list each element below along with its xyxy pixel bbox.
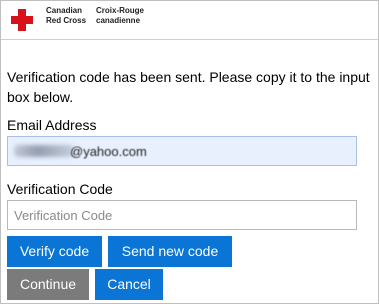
email-field[interactable]: @yahoo.com — [7, 136, 357, 166]
continue-button[interactable]: Continue — [7, 269, 89, 300]
page-header: Canadian Red Cross Croix-Rouge canadienn… — [1, 1, 378, 40]
send-new-code-button[interactable]: Send new code — [108, 236, 232, 267]
verify-code-button[interactable]: Verify code — [7, 236, 102, 267]
logo-line2-fr: canadienne — [96, 16, 141, 25]
cancel-button[interactable]: Cancel — [95, 269, 163, 300]
redacted-email-username — [14, 145, 74, 157]
verification-sent-message: Verification code has been sent. Please … — [7, 69, 370, 105]
verification-dialog: Canadian Red Cross Croix-Rouge canadienn… — [0, 0, 379, 304]
verification-code-input[interactable] — [7, 200, 357, 230]
email-label: Email Address — [7, 117, 97, 133]
logo-line1-fr: Croix-Rouge — [96, 6, 144, 15]
email-value: @yahoo.com — [70, 144, 147, 159]
verification-code-label: Verification Code — [7, 181, 113, 197]
logo-line1-en: Canadian — [46, 6, 83, 15]
red-cross-logo-icon — [11, 9, 33, 31]
logo-text-english: Canadian Red Cross — [46, 6, 86, 26]
logo-text-french: Croix-Rouge canadienne — [96, 6, 144, 26]
logo-line2-en: Red Cross — [46, 16, 87, 25]
